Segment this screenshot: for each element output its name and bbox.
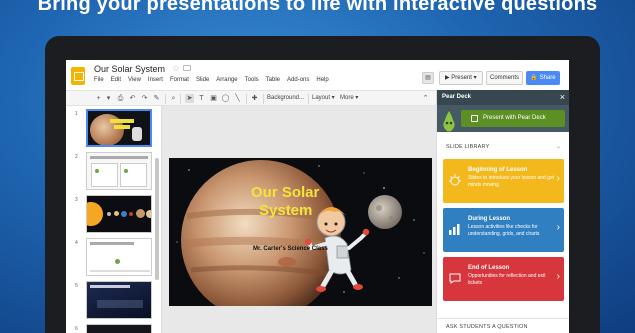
slide-filmstrip: 1 2 3 4 5 6 <box>66 106 162 333</box>
print-icon[interactable]: ⎙ <box>116 94 125 103</box>
new-slide-icon[interactable]: + <box>94 94 103 103</box>
end-of-lesson-card[interactable]: End of Lesson Opportunities for reflecti… <box>443 257 564 301</box>
slide-number: 5 <box>75 283 78 289</box>
card-description: Slides to introduce your lesson and get … <box>468 175 555 188</box>
star-icon[interactable]: ☆ <box>172 63 180 74</box>
redo-icon[interactable]: ↷ <box>140 94 149 103</box>
menu-view[interactable]: View <box>128 77 141 83</box>
comment-icon[interactable]: ✚ <box>250 94 259 103</box>
menu-slide[interactable]: Slide <box>196 77 209 83</box>
paint-format-icon[interactable]: ✎ <box>152 94 161 103</box>
banner-headline: Bring your presentations to life with in… <box>37 0 598 15</box>
undo-icon[interactable]: ↶ <box>128 94 137 103</box>
slide-thumbnail-2[interactable] <box>86 152 152 190</box>
during-lesson-card[interactable]: During Lesson Lesson activities like che… <box>443 208 564 252</box>
chevron-right-icon: › <box>556 222 560 233</box>
present-icon <box>471 115 478 122</box>
chevron-down-icon[interactable]: ⌄ <box>556 143 561 150</box>
slide-title-line1: Our Solar <box>251 184 320 201</box>
slide-number: 2 <box>75 154 78 160</box>
pear-deck-present-bar: Present with Pear Deck <box>437 105 569 132</box>
menu-format[interactable]: Format <box>170 77 189 83</box>
layout-label: Layout <box>312 95 331 101</box>
shape-icon[interactable]: ◯ <box>221 94 230 103</box>
present-with-pear-deck-button[interactable]: Present with Pear Deck <box>461 110 565 127</box>
line-icon[interactable]: ╲ <box>233 94 242 103</box>
sunrise-icon <box>449 174 461 186</box>
slide-number: 6 <box>75 326 78 332</box>
section-divider <box>437 318 569 319</box>
menu-table[interactable]: Table <box>266 77 280 83</box>
slide-number: 4 <box>75 240 78 246</box>
more-button[interactable]: More ▾ <box>340 93 358 104</box>
menu-tools[interactable]: Tools <box>245 77 259 83</box>
google-slides-window: Our Solar System ☆ File Edit View Insert… <box>66 60 569 333</box>
collapse-toolbar-icon[interactable]: ⌃ <box>421 94 430 103</box>
select-cursor-icon[interactable]: ➤ <box>185 94 194 103</box>
pear-deck-header: Pear Deck × <box>437 90 569 105</box>
slide-title-line2: System <box>259 202 313 219</box>
card-description: Opportunities for reflection and exit ti… <box>468 273 546 286</box>
comments-button[interactable]: Comments <box>486 71 523 85</box>
card-description: Lesson activities like checks for unders… <box>468 224 540 237</box>
textbox-icon[interactable]: T <box>197 94 206 103</box>
present-button[interactable]: ▶ Present ▾ <box>439 71 483 85</box>
slide-thumbnail-6[interactable] <box>86 324 152 333</box>
filmstrip-scrollbar[interactable] <box>155 158 159 280</box>
lock-icon: 🔒 <box>530 75 538 81</box>
menu-file[interactable]: File <box>94 77 104 83</box>
slide-library-heading[interactable]: SLIDE LIBRARY <box>446 144 489 150</box>
slide-thumbnail-3[interactable] <box>86 195 152 233</box>
slide-number: 3 <box>75 197 78 203</box>
slide-thumbnail-4[interactable] <box>86 238 152 276</box>
formatting-toolbar: + ▾ ⎙ ↶ ↷ ✎ ⌕ ➤ T ▣ ◯ ╲ ✚ Background... … <box>66 90 436 106</box>
slide-subtitle: Mr. Carter's Science Class <box>253 246 328 252</box>
beginning-of-lesson-card[interactable]: Beginning of Lesson Slides to introduce … <box>443 159 564 203</box>
slide-canvas: Our Solar System Mr. Carter's Science Cl… <box>162 106 436 333</box>
menu-add-ons[interactable]: Add-ons <box>287 77 309 83</box>
pear-logo-icon <box>443 108 455 132</box>
layout-button[interactable]: Layout ▾ <box>312 93 335 104</box>
card-title: Beginning of Lesson <box>468 167 528 173</box>
image-icon[interactable]: ▣ <box>209 94 218 103</box>
close-icon[interactable]: × <box>560 92 565 102</box>
menu-insert[interactable]: Insert <box>148 77 163 83</box>
comment-history-icon[interactable]: ▤ <box>422 72 434 84</box>
docs-header: Our Solar System ☆ File Edit View Insert… <box>66 60 569 90</box>
bar-chart-icon <box>449 224 460 235</box>
ask-students-heading[interactable]: ASK STUDENTS A QUESTION <box>446 324 528 330</box>
chevron-right-icon: › <box>556 271 560 282</box>
document-title[interactable]: Our Solar System <box>94 64 165 74</box>
pear-deck-panel: Pear Deck × Present with Pear Deck SLIDE… <box>436 90 569 333</box>
card-title: End of Lesson <box>468 265 510 271</box>
more-label: More <box>340 95 354 101</box>
pear-deck-title: Pear Deck <box>442 94 472 100</box>
current-slide[interactable]: Our Solar System Mr. Carter's Science Cl… <box>169 158 432 306</box>
slide-number: 1 <box>75 111 78 117</box>
present-label: Present <box>451 75 472 81</box>
new-slide-dropdown-icon[interactable]: ▾ <box>104 94 113 103</box>
present-dropdown-icon[interactable]: ▾ <box>472 75 477 81</box>
chevron-right-icon: › <box>556 173 560 184</box>
background-button[interactable]: Background... <box>267 93 304 104</box>
zoom-icon[interactable]: ⌕ <box>169 94 178 103</box>
slide-thumbnail-1[interactable] <box>86 109 152 147</box>
menu-edit[interactable]: Edit <box>111 77 121 83</box>
folder-icon[interactable] <box>183 65 191 71</box>
share-label: Share <box>539 75 556 81</box>
speech-bubble-icon <box>449 273 461 284</box>
share-button[interactable]: 🔒 Share <box>526 71 560 85</box>
menu-arrange[interactable]: Arrange <box>216 77 237 83</box>
menu-help[interactable]: Help <box>316 77 328 83</box>
present-with-pear-deck-label: Present with Pear Deck <box>483 115 546 121</box>
menu-bar: File Edit View Insert Format Slide Arran… <box>94 77 329 83</box>
card-title: During Lesson <box>468 216 511 222</box>
slides-logo-icon[interactable] <box>71 67 85 85</box>
slide-thumbnail-5[interactable] <box>86 281 152 319</box>
